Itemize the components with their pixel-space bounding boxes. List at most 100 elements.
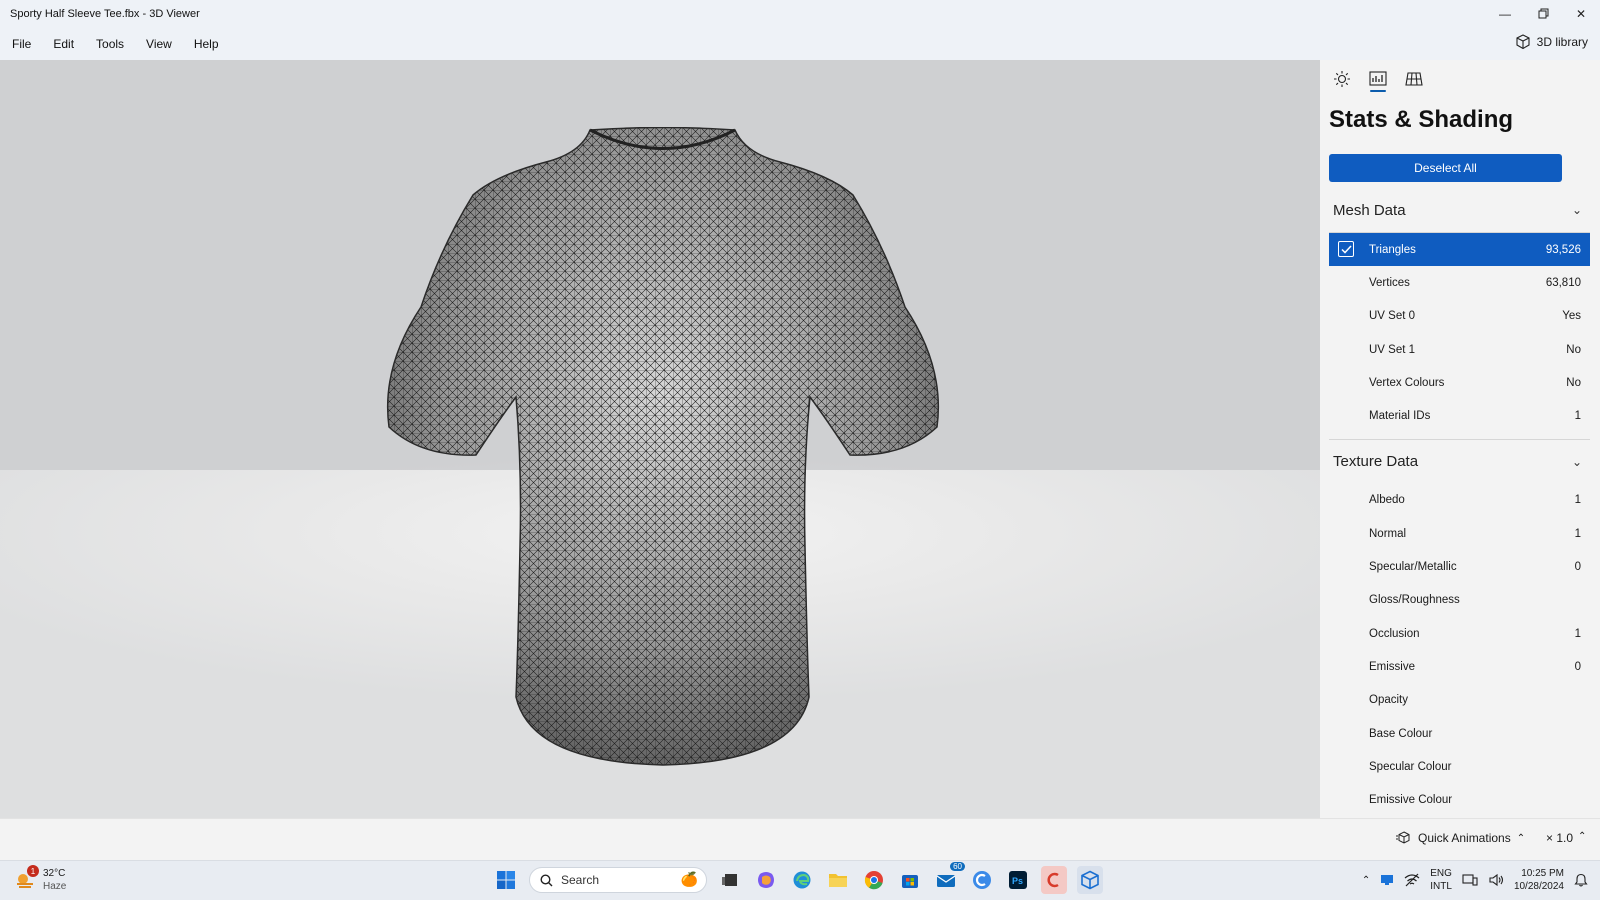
- texture-row-specular-metallic[interactable]: Specular/Metallic 0: [1329, 550, 1590, 583]
- clock[interactable]: 10:25 PM 10/28/2024: [1514, 867, 1564, 893]
- panel-tabs: [1320, 60, 1600, 102]
- row-label: Gloss/Roughness: [1369, 594, 1460, 607]
- start-button[interactable]: [493, 866, 519, 894]
- row-value: 1: [1574, 527, 1581, 540]
- store-icon: [902, 875, 918, 888]
- speed-control[interactable]: × 1.0 ⌃: [1546, 831, 1586, 845]
- stats-shading-panel: Stats & Shading Deselect All Mesh Data ⌄…: [1320, 60, 1600, 818]
- system-tray: ⌃ ENG INTL 10:25 PM 10/28/2024: [1362, 867, 1588, 893]
- network-icon[interactable]: [1404, 873, 1420, 887]
- task-view-button[interactable]: [717, 866, 743, 894]
- lang-line1: ENG: [1430, 868, 1452, 879]
- display-icon[interactable]: [1380, 873, 1394, 887]
- mesh-row-uv-set-0[interactable]: UV Set 0 Yes: [1329, 300, 1590, 333]
- row-value: 0: [1574, 561, 1581, 574]
- row-label: Specular/Metallic: [1369, 561, 1457, 574]
- row-value: No: [1566, 376, 1581, 389]
- tshirt-wireframe-model[interactable]: [385, 127, 941, 767]
- 3d-viewer-icon: [1081, 870, 1099, 890]
- mail-button[interactable]: 60: [933, 862, 965, 894]
- texture-row-occlusion[interactable]: Occlusion 1: [1329, 617, 1590, 650]
- quick-animations-label: Quick Animations: [1418, 831, 1511, 845]
- row-label: Base Colour: [1369, 727, 1433, 740]
- restore-button[interactable]: [1524, 0, 1562, 27]
- 3d-viewer-taskbar-button[interactable]: [1077, 866, 1103, 894]
- texture-row-normal[interactable]: Normal 1: [1329, 517, 1590, 550]
- file-explorer-button[interactable]: [825, 866, 851, 894]
- row-label: Material IDs: [1369, 410, 1431, 423]
- grid-icon: [1405, 72, 1423, 86]
- lang-line2: INTL: [1430, 881, 1452, 892]
- texture-data-header[interactable]: Texture Data ⌄: [1320, 440, 1600, 484]
- copilot-app-button[interactable]: [969, 866, 995, 894]
- folder-icon: [829, 874, 847, 887]
- mesh-row-uv-set-1[interactable]: UV Set 1 No: [1329, 333, 1590, 366]
- deselect-all-button[interactable]: Deselect All: [1329, 154, 1562, 182]
- quick-animations-button[interactable]: Quick Animations ⌃: [1396, 831, 1525, 845]
- chrome-button[interactable]: [861, 866, 887, 894]
- texture-row-gloss-roughness[interactable]: Gloss/Roughness: [1329, 584, 1590, 617]
- tab-stats[interactable]: [1368, 70, 1388, 94]
- row-label: Vertices: [1369, 276, 1410, 289]
- mesh-row-material-ids[interactable]: Material IDs 1: [1329, 399, 1590, 432]
- photoshop-button[interactable]: Ps: [1005, 866, 1031, 894]
- 3d-viewport[interactable]: [0, 60, 1320, 818]
- mesh-row-vertices[interactable]: Vertices 63,810: [1329, 266, 1590, 299]
- chevron-up-icon[interactable]: ⌃: [1362, 875, 1370, 886]
- texture-row-specular-colour[interactable]: Specular Colour: [1329, 750, 1590, 783]
- row-label: UV Set 1: [1369, 343, 1416, 356]
- copilot-icon: [758, 872, 774, 888]
- svg-text:Ps: Ps: [1012, 876, 1023, 886]
- edge-icon: [793, 871, 811, 889]
- row-value: 1: [1574, 410, 1581, 423]
- row-value: 1: [1574, 627, 1581, 640]
- window-title: Sporty Half Sleeve Tee.fbx - 3D Viewer: [10, 7, 200, 20]
- chevron-up-icon: ⌃: [1578, 831, 1587, 842]
- notification-bell-icon[interactable]: [1574, 873, 1588, 887]
- menu-file[interactable]: File: [12, 37, 31, 51]
- volume-icon[interactable]: [1488, 873, 1504, 887]
- chrome-icon: [864, 871, 883, 890]
- texture-data-label: Texture Data: [1333, 453, 1419, 471]
- search-highlight-icon: 🍊: [680, 871, 698, 887]
- edge-button[interactable]: [789, 866, 815, 894]
- texture-row-base-colour[interactable]: Base Colour: [1329, 717, 1590, 750]
- menu-bar: File Edit Tools View Help 3D library: [0, 27, 1600, 60]
- close-button[interactable]: ✕: [1562, 0, 1600, 27]
- c-app-icon: [1047, 872, 1059, 888]
- menu-tools[interactable]: Tools: [96, 37, 124, 51]
- mail-icon: [936, 875, 956, 887]
- menu-edit[interactable]: Edit: [53, 37, 74, 51]
- weather-widget[interactable]: 1 32°C Haze: [14, 865, 67, 893]
- mesh-data-header[interactable]: Mesh Data ⌄: [1320, 188, 1600, 232]
- language-indicator[interactable]: ENG INTL: [1430, 867, 1452, 893]
- mesh-row-vertex-colours[interactable]: Vertex Colours No: [1329, 366, 1590, 399]
- checkbox-checked-icon[interactable]: [1338, 241, 1354, 257]
- mesh-row-triangles[interactable]: Triangles 93,526: [1329, 233, 1590, 267]
- search-icon: [540, 873, 553, 886]
- row-value: Yes: [1562, 310, 1581, 323]
- tab-lighting[interactable]: [1332, 70, 1352, 94]
- taskbar-apps: Search 🍊 60 Ps: [493, 862, 1103, 894]
- menu-help[interactable]: Help: [194, 37, 219, 51]
- store-button[interactable]: [897, 866, 923, 894]
- texture-row-emissive[interactable]: Emissive 0: [1329, 650, 1590, 683]
- menu-view[interactable]: View: [146, 37, 172, 51]
- monitor-phone-icon[interactable]: [1462, 873, 1478, 887]
- texture-row-emissive-colour[interactable]: Emissive Colour: [1329, 783, 1590, 816]
- chevron-down-icon: ⌄: [1571, 203, 1582, 217]
- texture-row-albedo[interactable]: Albedo 1: [1329, 484, 1590, 517]
- 3d-library-button[interactable]: 3D library: [1515, 34, 1588, 50]
- speed-label: × 1.0: [1546, 831, 1574, 845]
- title-bar: Sporty Half Sleeve Tee.fbx - 3D Viewer —…: [0, 0, 1600, 27]
- row-label: UV Set 0: [1369, 310, 1416, 323]
- copilot-button[interactable]: [753, 866, 779, 894]
- texture-row-opacity[interactable]: Opacity: [1329, 684, 1590, 717]
- weather-desc: Haze: [43, 881, 67, 892]
- c-app-button[interactable]: [1041, 866, 1067, 894]
- tab-grid[interactable]: [1404, 70, 1424, 94]
- taskbar-search-input[interactable]: Search 🍊: [529, 867, 707, 893]
- minimize-button[interactable]: —: [1486, 0, 1524, 27]
- panel-title: Stats & Shading: [1329, 106, 1514, 133]
- row-label: Emissive: [1369, 660, 1416, 673]
